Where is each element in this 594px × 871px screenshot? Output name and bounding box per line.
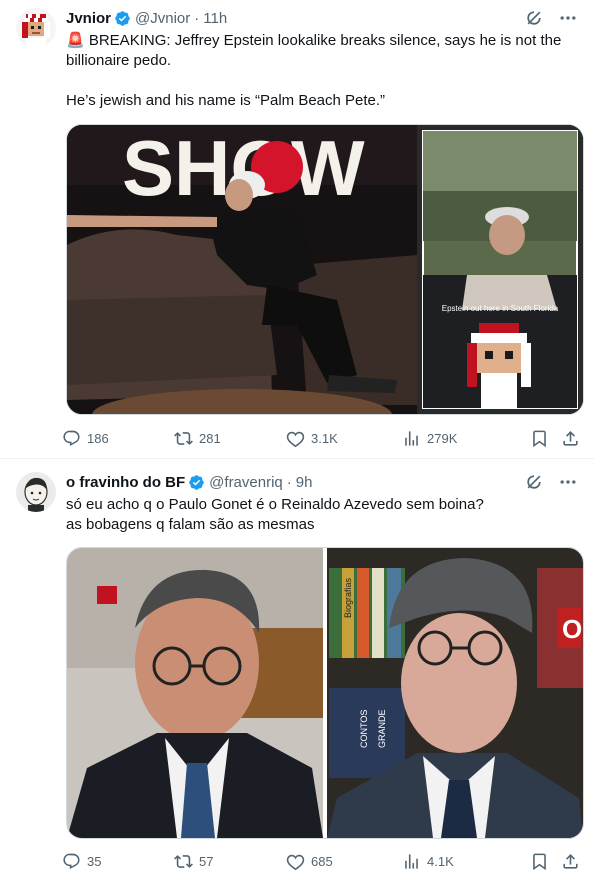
views-count: 279K [427,430,458,446]
views-icon [402,852,421,871]
verified-badge-icon [114,10,131,27]
reply-count: 35 [87,853,102,869]
tweet-1[interactable]: Jvnior @Jvnior · 11h 🚨 BREAKING: Jeffrey… [0,0,594,458]
views-count: 4.1K [427,853,454,869]
verified-badge-icon [188,474,205,491]
inset-caption: Epstein out here in South Florida [442,304,559,313]
photo-grid: Biografias CONTOS GRANDE O [67,548,583,838]
tweet-media-video[interactable]: SHOW Epstein out here in South Florida [66,124,584,415]
book-spine-text: Biografias [343,577,353,618]
author-handle[interactable]: @Jvnior [135,10,190,27]
share-icon[interactable] [561,429,580,448]
book-spine-text: O [562,614,582,644]
photo-right[interactable]: Biografias CONTOS GRANDE O [327,548,583,838]
tweet-media-images: Biografias CONTOS GRANDE O [66,547,584,839]
views-icon [402,429,421,448]
tweet-header: o fravinho do BF @fravenriq · 9h [66,472,578,492]
repost-icon [174,429,193,448]
bookmark-icon[interactable] [530,429,549,448]
views-button[interactable]: 4.1K [402,852,526,871]
like-button[interactable]: 3.1K [286,429,402,448]
timestamp[interactable]: 11h [203,10,227,27]
repost-count: 57 [199,853,214,869]
views-button[interactable]: 279K [402,429,526,448]
repost-count: 281 [199,430,221,446]
pixel-avatar-icon [16,8,56,48]
tweet-actions: 35 57 685 4.1K [62,851,580,871]
heart-icon [286,429,305,448]
separator-dot: · [194,9,200,27]
like-count: 3.1K [311,430,338,446]
tweet-2[interactable]: o fravinho do BF @fravenriq · 9h só eu a… [0,459,594,866]
separator-dot: · [286,473,292,491]
repost-button[interactable]: 57 [174,852,286,871]
reply-icon [62,852,81,871]
more-options-icon[interactable] [558,8,578,28]
share-icon[interactable] [561,852,580,871]
heart-icon [286,852,305,871]
repost-button[interactable]: 281 [174,429,286,448]
reply-count: 186 [87,430,109,446]
cartoon-avatar-icon [16,472,56,512]
repost-icon [174,852,193,871]
tweet-header: Jvnior @Jvnior · 11h [66,8,578,28]
reply-icon [62,429,81,448]
scale-logo-icon [97,586,117,604]
reply-button[interactable]: 186 [62,429,174,448]
author-handle[interactable]: @fravenriq [209,474,283,491]
reply-button[interactable]: 35 [62,852,174,871]
podcast-video-thumbnail: SHOW Epstein out here in South Florida [67,125,583,414]
grok-icon[interactable] [524,8,544,28]
like-count: 685 [311,853,333,869]
bookmark-icon[interactable] [530,852,549,871]
author-name[interactable]: o fravinho do BF [66,474,185,491]
grok-icon[interactable] [524,472,544,492]
tweet-text: só eu acho q o Paulo Gonet é o Reinaldo … [66,496,484,533]
timestamp[interactable]: 9h [296,474,313,491]
photo-left[interactable] [67,548,323,838]
like-button[interactable]: 685 [286,852,402,871]
book-spine-text: GRANDE [377,709,387,748]
avatar[interactable] [16,472,56,512]
avatar[interactable] [16,8,56,48]
tweet-text: 🚨 BREAKING: Jeffrey Epstein lookalike br… [66,32,562,109]
book-spine-text: CONTOS [359,710,369,748]
tweet-actions: 186 281 3.1K 279K [62,428,580,448]
more-options-icon[interactable] [558,472,578,492]
author-name[interactable]: Jvnior [66,10,111,27]
